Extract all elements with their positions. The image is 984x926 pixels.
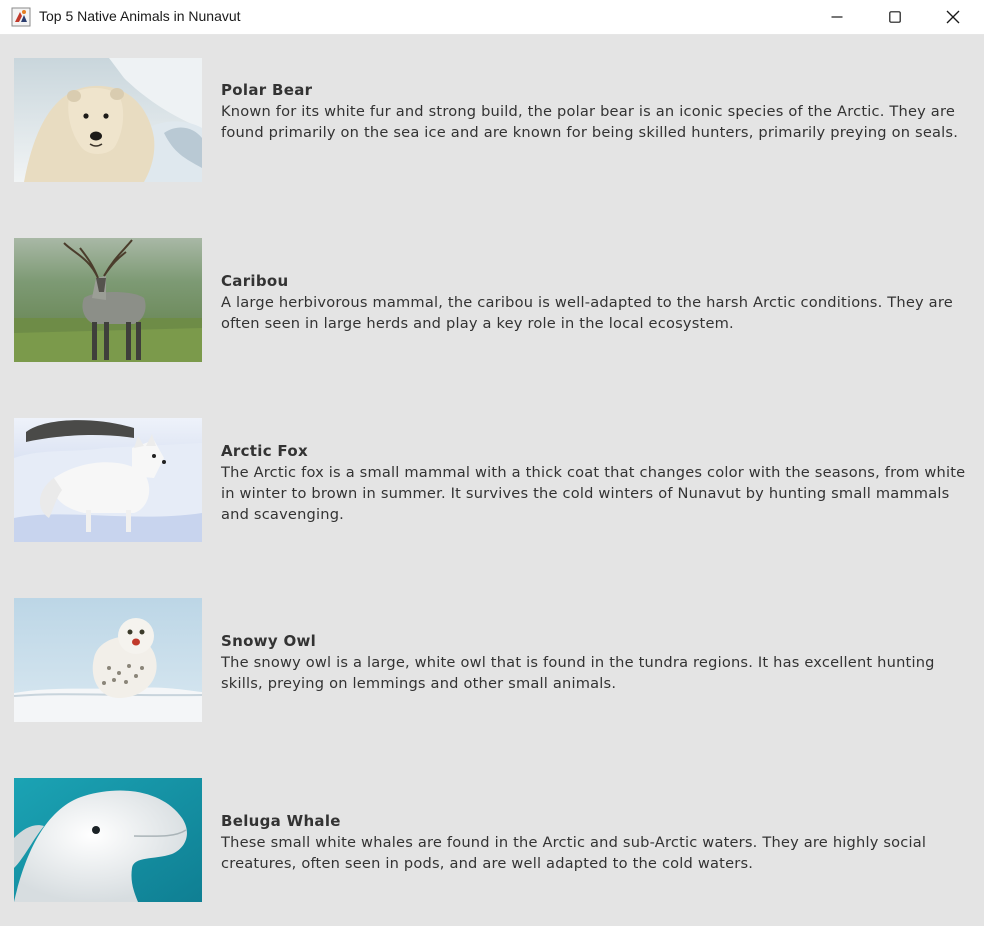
- animal-description: These small white whales are found in th…: [221, 834, 927, 872]
- animal-name: Polar Bear: [221, 81, 313, 99]
- close-icon: [946, 10, 960, 24]
- animal-description: Known for its white fur and strong build…: [221, 103, 959, 141]
- animal-name: Arctic Fox: [221, 442, 308, 460]
- beluga-whale-photo: [14, 778, 202, 902]
- title-bar[interactable]: Top 5 Native Animals in Nunavut: [0, 0, 984, 35]
- app-window: Top 5 Native Animals in Nunavut Polar Be…: [0, 0, 984, 926]
- animal-text: Polar Bear Known for its white fur and s…: [221, 80, 973, 143]
- animal-name: Snowy Owl: [221, 632, 317, 650]
- minimize-button[interactable]: [809, 0, 865, 34]
- minimize-icon: [831, 16, 843, 18]
- animal-description: The snowy owl is a large, white owl that…: [221, 654, 935, 692]
- animal-name: Caribou: [221, 272, 289, 290]
- polar-bear-photo: [14, 58, 202, 182]
- arctic-fox-photo: [14, 418, 202, 542]
- animal-list: Polar Bear Known for its white fur and s…: [0, 35, 984, 926]
- window-title: Top 5 Native Animals in Nunavut: [39, 8, 241, 24]
- animal-text: Arctic Fox The Arctic fox is a small mam…: [221, 441, 973, 525]
- java-app-icon: [11, 7, 31, 27]
- animal-description: A large herbivorous mammal, the caribou …: [221, 294, 953, 332]
- animal-text: Beluga Whale These small white whales ar…: [221, 811, 973, 874]
- maximize-button[interactable]: [867, 0, 923, 34]
- maximize-icon: [889, 11, 901, 23]
- animal-text: Caribou A large herbivorous mammal, the …: [221, 271, 973, 334]
- caribou-photo: [14, 238, 202, 362]
- animal-text: Snowy Owl The snowy owl is a large, whit…: [221, 631, 973, 694]
- animal-name: Beluga Whale: [221, 812, 341, 830]
- animal-description: The Arctic fox is a small mammal with a …: [221, 464, 966, 523]
- close-button[interactable]: [925, 0, 981, 34]
- snowy-owl-photo: [14, 598, 202, 722]
